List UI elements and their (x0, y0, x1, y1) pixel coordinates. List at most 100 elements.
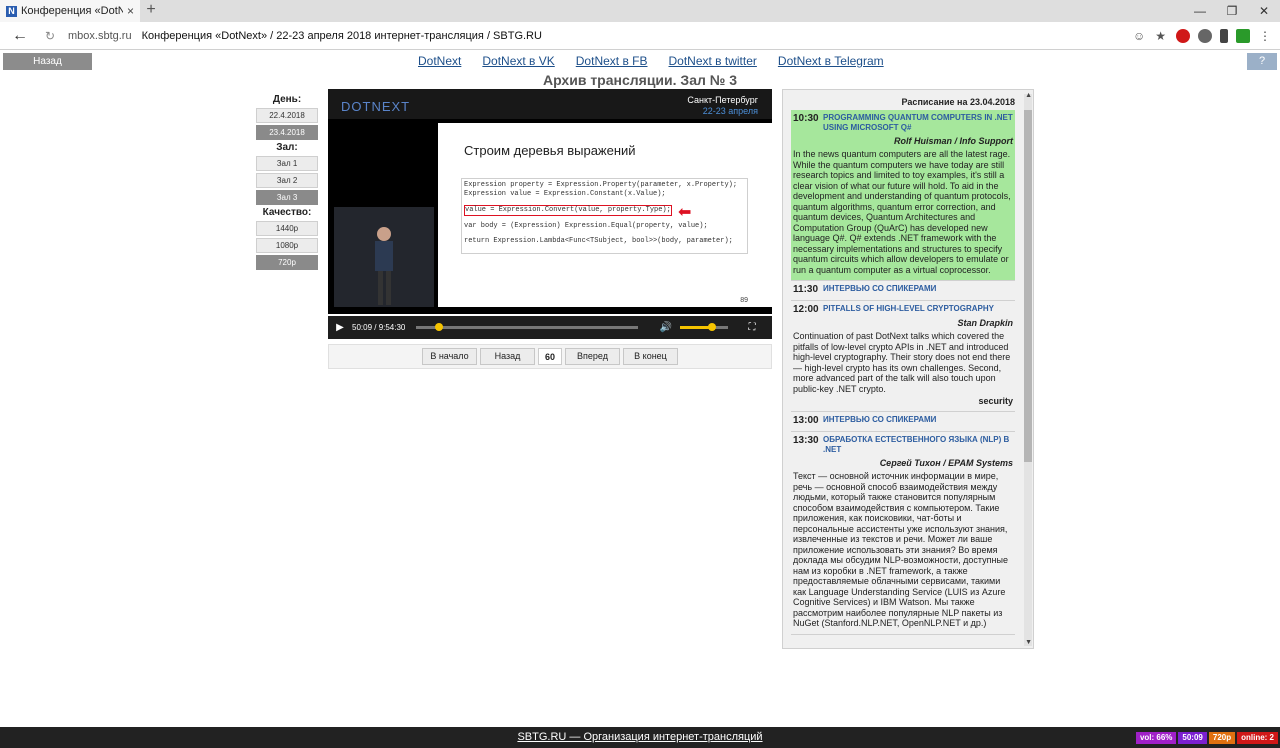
quality-button-720p[interactable]: 720p (256, 255, 318, 270)
url-field[interactable]: mbox.sbtg.ru Конференция «DotNext» / 22-… (60, 30, 1133, 42)
schedule-item[interactable]: 10:30 PROGRAMMING QUANTUM COMPUTERS IN .N… (791, 110, 1015, 281)
slide-title: Строим деревья выражений (464, 143, 636, 158)
code-line: var body = (Expression) Expression.Equal… (464, 222, 708, 230)
reload-icon[interactable]: ↻ (40, 29, 60, 43)
page: Назад DotNext DotNext в VK DotNext в FB … (0, 50, 1280, 727)
seek-forward-button[interactable]: Вперед (565, 348, 620, 365)
download-arrow-icon[interactable] (1236, 28, 1250, 43)
progress-bar[interactable] (416, 323, 638, 331)
url-host: mbox.sbtg.ru (68, 29, 132, 42)
schedule-scroll-thumb[interactable] (1024, 110, 1032, 462)
browser-tab[interactable]: N Конференция «DotNext» × (0, 0, 140, 22)
video-city: Санкт-Петербург 22-23 апреля (687, 95, 758, 117)
quality-label: Качество: (262, 207, 312, 218)
owl-icon[interactable] (1198, 28, 1212, 43)
hall-button-3[interactable]: Зал 3 (256, 190, 318, 205)
video-header: DOTNEXT Санкт-Петербург 22-23 апреля (328, 89, 772, 119)
stream-controls: День: 22.4.2018 23.4.2018 Зал: Зал 1 Зал… (256, 92, 318, 272)
video-controls: ▶ 50:09 / 9:54:30 🔊 ⛶ (328, 316, 772, 339)
item-description: In the news quantum computers are all th… (793, 149, 1011, 275)
item-title-link[interactable]: PITFALLS OF HIGH-LEVEL CRYPTOGRAPHY (823, 304, 994, 314)
dotnext-logo: DOTNEXT (341, 99, 411, 114)
reader-icon[interactable]: ☺ (1133, 29, 1145, 43)
item-speaker: Rolf Huisman / Info Support (894, 136, 1013, 146)
schedule-panel[interactable]: Расписание на 23.04.2018 10:30 PROGRAMMIN… (782, 89, 1034, 649)
quality-badge: 720p (1208, 732, 1236, 744)
tab-title: Конференция «DotNext» (21, 5, 123, 17)
item-title-link[interactable]: ИНТЕРВЬЮ СО СПИКЕРАМИ (823, 284, 936, 294)
schedule-item[interactable]: 12:00 PITFALLS OF HIGH-LEVEL CRYPTOGRAPHY… (791, 301, 1015, 412)
hall-button-2[interactable]: Зал 2 (256, 173, 318, 188)
item-title-link[interactable]: ИНТЕРВЬЮ СО СПИКЕРАМИ (823, 415, 936, 425)
to-end-button[interactable]: В конец (623, 348, 678, 365)
item-tag: security (978, 396, 1013, 406)
close-window-icon[interactable]: ✕ (1248, 0, 1280, 22)
item-title-link[interactable]: PROGRAMMING QUANTUM COMPUTERS IN .NET US… (823, 113, 1013, 133)
item-time: 10:30 (793, 113, 819, 124)
seek-back-button[interactable]: Назад (480, 348, 535, 365)
red-arrow-icon: ⬅ (678, 204, 692, 221)
item-description: Continuation of past DotNext talks which… (793, 331, 1011, 394)
volume-slider[interactable] (680, 323, 728, 331)
code-line-highlighted: value = Expression.Convert(value, proper… (464, 205, 672, 216)
hall-button-1[interactable]: Зал 1 (256, 156, 318, 171)
link-fb[interactable]: DotNext в FB (576, 54, 648, 68)
back-arrow-icon[interactable]: ← (0, 27, 40, 45)
new-tab-icon[interactable]: + (143, 2, 159, 18)
volume-handle[interactable] (707, 323, 716, 331)
item-title-link[interactable]: ОБРАБОТКА ЕСТЕСТВЕННОГО ЯЗЫКА (NLP) В .N… (823, 435, 1013, 455)
favicon-icon: N (6, 5, 17, 17)
speaker-video-thumbnail (334, 207, 434, 307)
schedule-item[interactable]: 13:00 ИНТЕРВЬЮ СО СПИКЕРАМИ (791, 412, 1015, 432)
time-badge: 50:09 (1178, 732, 1207, 744)
day-button-23[interactable]: 23.4.2018 (256, 125, 318, 140)
scroll-up-icon[interactable]: ▲ (1025, 92, 1032, 99)
top-nav: Назад DotNext DotNext в VK DotNext в FB … (0, 50, 1280, 72)
bookmark-star-icon[interactable]: ★ (1155, 29, 1166, 43)
extensions: ⋮ (1176, 28, 1280, 43)
progress-handle[interactable] (434, 323, 443, 331)
volume-icon[interactable]: 🔊 (652, 322, 680, 333)
code-line: Expression value = Expression.Constant(x… (464, 190, 666, 198)
menu-icon[interactable]: ⋮ (1258, 29, 1272, 43)
status-badges: vol: 66% 50:09 720p online: 2 (1135, 732, 1278, 744)
volume-fill (680, 326, 712, 329)
quality-button-1080p[interactable]: 1080p (256, 238, 318, 253)
page-title: Архив трансляции. Зал № 3 (542, 72, 738, 88)
seek-nav: В начало Назад 60 Вперед В конец (328, 344, 772, 369)
key-icon[interactable] (1220, 28, 1228, 43)
link-telegram[interactable]: DotNext в Telegram (778, 54, 884, 68)
close-tab-icon[interactable]: × (127, 4, 134, 18)
day-button-22[interactable]: 22.4.2018 (256, 108, 318, 123)
address-bar: ← ↻ mbox.sbtg.ru Конференция «DotNext» /… (0, 22, 1280, 50)
minimize-icon[interactable]: — (1184, 0, 1216, 22)
maximize-icon[interactable]: ❐ (1216, 0, 1248, 22)
play-icon[interactable]: ▶ (328, 322, 352, 333)
help-button[interactable]: ? (1247, 53, 1277, 70)
browser-tab-bar: N Конференция «DotNext» × + — ❐ ✕ (0, 0, 1280, 22)
schedule-list: Расписание на 23.04.2018 10:30 PROGRAMMIN… (791, 90, 1015, 635)
item-speaker: Stan Drapkin (957, 318, 1013, 328)
opera-icon[interactable] (1176, 28, 1190, 43)
item-speaker: Сергей Тихон / EPAM Systems (879, 458, 1013, 468)
to-start-button[interactable]: В начало (422, 348, 477, 365)
volume-badge: vol: 66% (1135, 732, 1177, 744)
link-dotnext[interactable]: DotNext (418, 54, 461, 68)
link-vk[interactable]: DotNext в VK (482, 54, 554, 68)
schedule-item[interactable]: 11:30 ИНТЕРВЬЮ СО СПИКЕРАМИ (791, 281, 1015, 301)
seek-step-input[interactable]: 60 (538, 348, 562, 365)
quality-button-1440p[interactable]: 1440p (256, 221, 318, 236)
video-time: 50:09 / 9:54:30 (352, 323, 406, 332)
back-button[interactable]: Назад (3, 53, 92, 70)
city-name: Санкт-Петербург (687, 95, 758, 105)
item-time: 11:30 (793, 284, 819, 295)
video-player[interactable]: DOTNEXT Санкт-Петербург 22-23 апреля Стр… (328, 89, 772, 314)
link-twitter[interactable]: DotNext в twitter (669, 54, 757, 68)
scroll-down-icon[interactable]: ▼ (1025, 639, 1032, 646)
schedule-item[interactable]: 13:30 ОБРАБОТКА ЕСТЕСТВЕННОГО ЯЗЫКА (NLP)… (791, 432, 1015, 635)
footer-link[interactable]: SBTG.RU — Организация интернет-трансляци… (0, 731, 1280, 743)
slide-page-number: 89 (740, 297, 748, 304)
fullscreen-icon[interactable]: ⛶ (740, 322, 764, 333)
slide: Строим деревья выражений Expression prop… (438, 123, 772, 307)
item-description: Текст — основной источник информации в м… (793, 471, 1008, 628)
